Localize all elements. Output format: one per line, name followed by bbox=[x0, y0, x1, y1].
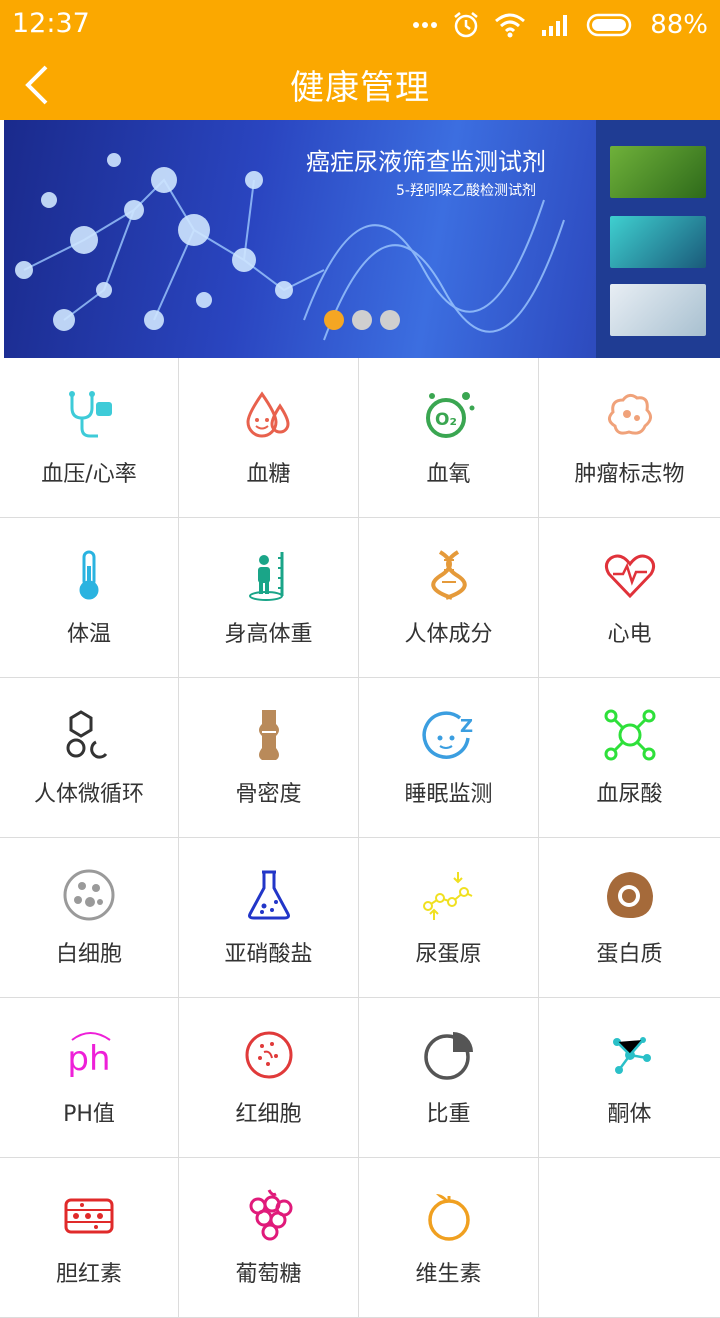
heart-ecg-icon bbox=[604, 554, 655, 599]
oxygen-icon: O₂ bbox=[425, 392, 474, 438]
grid-item-label: 亚硝酸盐 bbox=[224, 942, 313, 967]
grid-item-glucose[interactable]: 葡萄糖 bbox=[179, 1158, 359, 1318]
grid-item-label: 尿蛋原 bbox=[415, 942, 482, 967]
grid-item-label: 人体成分 bbox=[404, 622, 493, 647]
signal-icon bbox=[542, 15, 568, 36]
banner-title: 癌症尿液筛查监测试剂 bbox=[306, 148, 546, 176]
grid-item-specific-gravity[interactable]: 比重 bbox=[359, 998, 539, 1158]
feature-grid: 血压/心率 血糖 O₂ 血氧 肿瘤标志物 体温 身高体重 人体成分 心电 人体微… bbox=[0, 358, 720, 1318]
grid-item-ph[interactable]: ph PH值 bbox=[0, 998, 179, 1158]
page-title: 健康管理 bbox=[290, 68, 430, 108]
status-time: 12:37 bbox=[12, 8, 90, 39]
grid-item-blood-oxygen[interactable]: O₂ 血氧 bbox=[359, 358, 539, 518]
grid-item-urobilinogen[interactable]: 尿蛋原 bbox=[359, 838, 539, 998]
carousel-dots[interactable] bbox=[324, 310, 400, 330]
grid-item-tumor-markers[interactable]: 肿瘤标志物 bbox=[539, 358, 720, 518]
ph-icon: ph bbox=[67, 1032, 111, 1079]
orange-icon bbox=[427, 1194, 470, 1241]
svg-text:Z: Z bbox=[460, 716, 473, 737]
grid-item-microcirculation[interactable]: 人体微循环 bbox=[0, 678, 179, 838]
svg-text:ph: ph bbox=[67, 1039, 110, 1079]
grid-item-label: 心电 bbox=[607, 622, 652, 647]
molecule-icon bbox=[604, 709, 655, 761]
grid-item-label: 体温 bbox=[66, 622, 111, 647]
grid-item-label: 血氧 bbox=[426, 462, 471, 487]
tumor-icon bbox=[607, 393, 652, 435]
pie-chart-icon bbox=[423, 1032, 473, 1080]
promo-banner[interactable]: 癌症尿液筛查监测试剂 5-羟吲哚乙酸检测试剂 bbox=[4, 120, 720, 358]
thermometer-icon bbox=[79, 550, 99, 600]
carousel-dot[interactable] bbox=[380, 310, 400, 330]
more-dots-icon bbox=[413, 22, 438, 28]
banner-thumb-bacteria bbox=[610, 146, 706, 198]
blood-drop-icon bbox=[245, 391, 290, 438]
grid-item-label: 酮体 bbox=[607, 1102, 652, 1127]
grid-item-protein[interactable]: 蛋白质 bbox=[539, 838, 720, 998]
grid-item-bilirubin[interactable]: 胆红素 bbox=[0, 1158, 179, 1318]
grid-item-label: 白细胞 bbox=[55, 942, 122, 967]
banner-subtitle: 5-羟吲哚乙酸检测试剂 bbox=[396, 183, 536, 199]
red-cell-icon bbox=[245, 1031, 292, 1079]
carousel-dot[interactable] bbox=[324, 310, 344, 330]
grid-item-ecg[interactable]: 心电 bbox=[539, 518, 720, 678]
grid-item-label: 血尿酸 bbox=[596, 782, 663, 807]
ketone-icon bbox=[612, 1037, 651, 1074]
grid-item-sleep[interactable]: Z 睡眠监测 bbox=[359, 678, 539, 838]
height-weight-icon bbox=[248, 552, 283, 601]
grid-item-uric-acid[interactable]: 血尿酸 bbox=[539, 678, 720, 838]
grid-item-body-composition[interactable]: 人体成分 bbox=[359, 518, 539, 678]
battery-percent: 88% bbox=[650, 10, 708, 40]
bilirubin-icon bbox=[64, 1198, 114, 1234]
grid-item-red-blood-cell[interactable]: 红细胞 bbox=[179, 998, 359, 1158]
grid-item-label: 蛋白质 bbox=[596, 942, 663, 967]
bead-chain-icon bbox=[422, 872, 472, 920]
grid-item-label: 胆红素 bbox=[55, 1262, 122, 1287]
grid-item-label: 骨密度 bbox=[235, 782, 302, 807]
grid-item-label: 身高体重 bbox=[224, 622, 313, 647]
svg-text:O₂: O₂ bbox=[435, 410, 457, 430]
stethoscope-icon bbox=[69, 391, 112, 438]
banner-thumb-room bbox=[610, 284, 706, 336]
carousel-dot[interactable] bbox=[352, 310, 372, 330]
grid-item-height-weight[interactable]: 身高体重 bbox=[179, 518, 359, 678]
app-bar: 健康管理 bbox=[0, 50, 720, 120]
grid-item-empty bbox=[539, 1158, 720, 1318]
grid-item-label: 人体微循环 bbox=[33, 782, 144, 807]
grid-item-white-blood-cell[interactable]: 白细胞 bbox=[0, 838, 179, 998]
sleep-icon: Z bbox=[421, 711, 473, 759]
status-icons: 88% bbox=[412, 8, 708, 42]
battery-icon bbox=[586, 13, 632, 37]
grid-item-nitrite[interactable]: 亚硝酸盐 bbox=[179, 838, 359, 998]
grid-item-label: 睡眠监测 bbox=[404, 782, 493, 807]
grid-item-label: 血糖 bbox=[246, 462, 291, 487]
flask-icon bbox=[247, 870, 290, 920]
grid-item-bone-density[interactable]: 骨密度 bbox=[179, 678, 359, 838]
egg-icon bbox=[606, 872, 653, 918]
grid-item-label: 红细胞 bbox=[235, 1102, 302, 1127]
grid-item-label: 肿瘤标志物 bbox=[574, 462, 685, 487]
grid-item-temperature[interactable]: 体温 bbox=[0, 518, 179, 678]
status-bar: 12:37 88% bbox=[0, 0, 720, 50]
grid-item-label: 血压/心率 bbox=[41, 462, 137, 487]
grid-item-label: 葡萄糖 bbox=[235, 1262, 302, 1287]
grid-item-blood-sugar[interactable]: 血糖 bbox=[179, 358, 359, 518]
grid-item-blood-pressure[interactable]: 血压/心率 bbox=[0, 358, 179, 518]
grid-item-ketone[interactable]: 酮体 bbox=[539, 998, 720, 1158]
grid-item-label: 维生素 bbox=[415, 1262, 482, 1287]
white-cell-icon bbox=[63, 869, 115, 921]
grid-item-vitamin[interactable]: 维生素 bbox=[359, 1158, 539, 1318]
banner-thumbnails bbox=[596, 120, 720, 358]
bone-joint-icon bbox=[258, 710, 279, 760]
grid-item-label: PH值 bbox=[63, 1102, 115, 1127]
grid-item-label: 比重 bbox=[426, 1102, 471, 1127]
wifi-icon bbox=[495, 13, 526, 38]
dna-icon bbox=[430, 550, 467, 600]
banner-thumb-lab bbox=[610, 216, 706, 268]
microcirculation-icon bbox=[66, 710, 108, 759]
grape-icon bbox=[249, 1189, 292, 1241]
alarm-icon bbox=[454, 12, 478, 38]
